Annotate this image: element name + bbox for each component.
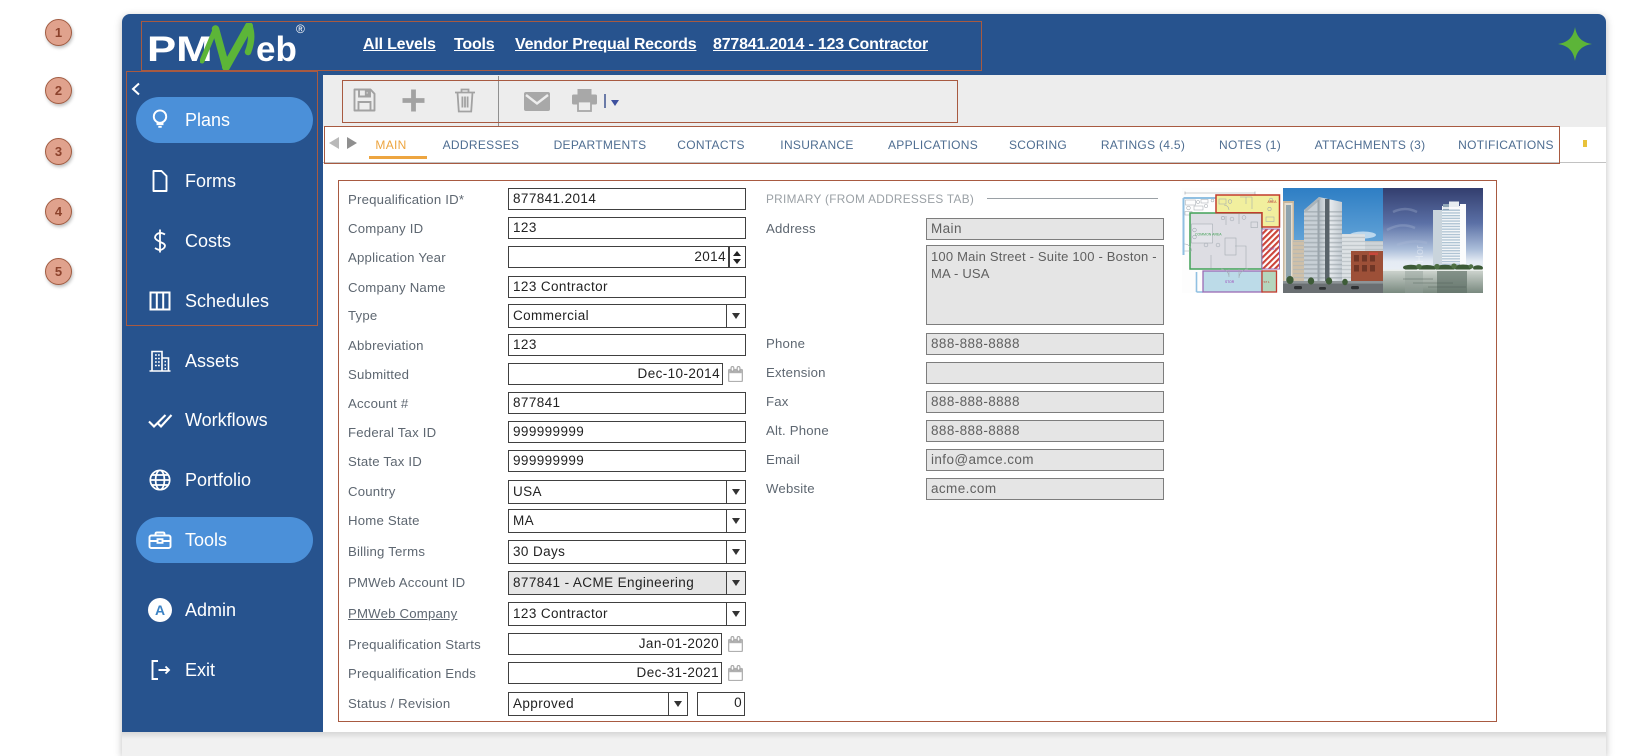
svg-text:LOBBY: LOBBY: [1266, 247, 1278, 251]
svg-text:ST 1: ST 1: [1264, 280, 1270, 284]
svg-text:AREA: AREA: [1268, 200, 1278, 204]
svg-text:STOR: STOR: [1225, 280, 1235, 284]
svg-text:COMMON AREA: COMMON AREA: [1195, 233, 1222, 237]
svg-text:Hor: Hor: [1414, 245, 1426, 263]
svg-text:A: A: [155, 602, 165, 618]
